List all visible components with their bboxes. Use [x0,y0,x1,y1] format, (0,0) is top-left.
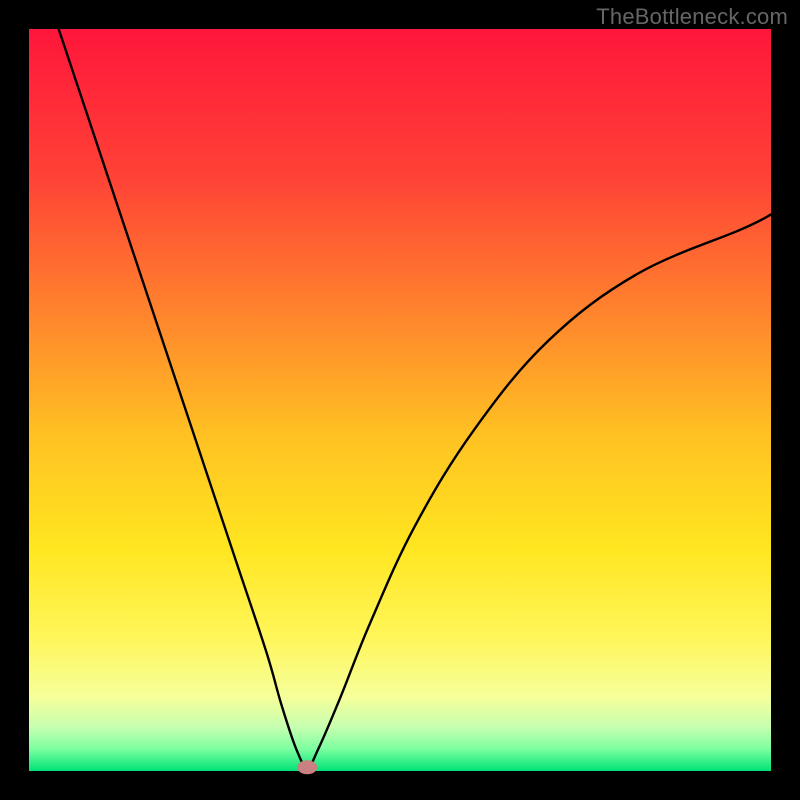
plot-background [29,29,771,771]
chart-frame: TheBottleneck.com [0,0,800,800]
watermark-text: TheBottleneck.com [596,4,788,30]
bottleneck-chart [0,0,800,800]
optimal-marker [297,760,317,774]
